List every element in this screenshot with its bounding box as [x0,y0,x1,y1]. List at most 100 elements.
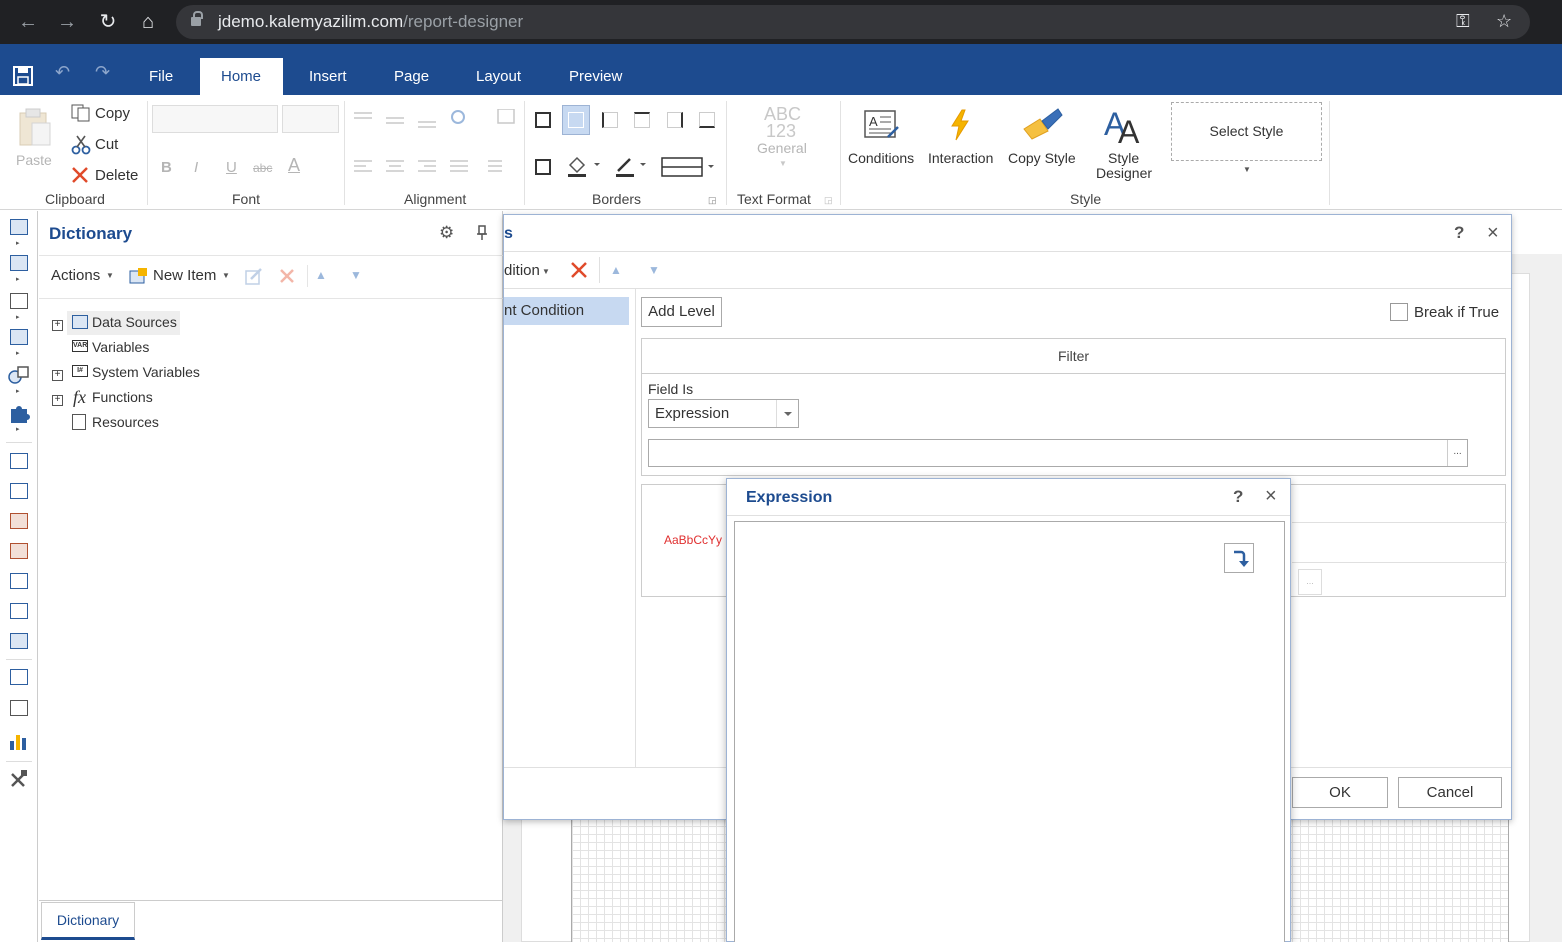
system-text-icon[interactable] [10,543,28,559]
select-style-dropdown-icon[interactable]: ▼ [1243,165,1251,174]
move-condition-up-icon[interactable]: ▲ [610,263,622,277]
field-is-dropdown-icon[interactable] [776,400,798,427]
delete-button[interactable]: Delete [95,167,138,184]
font-size-select[interactable] [282,105,339,133]
report-title-band-icon[interactable] [10,219,28,235]
tab-layout[interactable]: Layout [455,58,542,95]
border-right-icon[interactable] [667,112,683,128]
rich-text-icon[interactable] [10,483,28,499]
cancel-button[interactable]: Cancel [1398,777,1502,808]
new-item-menu[interactable]: New Item [153,267,216,284]
alignment-icons[interactable] [352,109,522,179]
pin-icon[interactable] [476,225,488,241]
toolbox-expand-icon[interactable]: ▸ [16,313,20,321]
style-designer-label-1[interactable]: Style [1108,150,1139,166]
interaction-button[interactable]: Interaction [928,150,993,166]
tab-preview[interactable]: Preview [548,58,643,95]
text-in-cells-icon[interactable] [10,513,28,529]
header-band-icon[interactable] [10,255,28,271]
add-condition-dropdown-icon[interactable]: ▼ [542,267,550,276]
field-is-select[interactable]: Expression [648,399,799,428]
filter-expression-ellipsis-button[interactable]: ... [1447,440,1467,466]
panel-icon[interactable] [10,573,28,589]
border-outside-icon[interactable] [535,159,551,175]
move-up-icon[interactable]: ▲ [315,268,327,282]
italic-button[interactable]: I [194,159,198,176]
bold-button[interactable]: B [161,159,172,176]
tab-home[interactable]: Home [200,58,283,95]
copy-style-button[interactable]: Copy Style [1008,150,1076,166]
tab-file[interactable]: File [128,58,194,95]
home-icon[interactable]: ⌂ [136,10,160,34]
address-bar[interactable]: jdemo.kalemyazilim.com/report-designer ⚿… [176,5,1530,39]
cross-band-icon[interactable] [10,293,28,309]
tab-page[interactable]: Page [373,58,450,95]
close-icon[interactable]: × [1487,222,1499,245]
barcode-icon[interactable] [10,329,28,345]
fill-color-icon[interactable] [566,155,602,179]
style-ellipsis-button[interactable]: ... [1298,569,1322,595]
key-icon[interactable]: ⚿ [1456,11,1470,32]
text-format-button[interactable]: General [757,140,807,156]
expression-textarea[interactable] [734,521,1285,942]
text-format-expand-icon[interactable]: ◲ [824,195,833,206]
copy-button[interactable]: Copy [95,105,130,122]
add-condition-menu[interactable]: dition [504,262,540,279]
insert-expression-button[interactable] [1224,543,1254,573]
border-none-button[interactable] [562,105,590,135]
strikethrough-button[interactable]: abc [253,161,272,175]
chart-icon[interactable] [9,733,29,751]
tree-item-variables[interactable]: Variables [92,339,149,355]
border-all-icon[interactable] [535,112,551,128]
filter-expression-input[interactable]: ... [648,439,1468,467]
tab-insert[interactable]: Insert [288,58,368,95]
expand-data-sources-icon[interactable]: + [52,320,63,331]
conditions-button[interactable]: Conditions [848,150,914,166]
new-item-dropdown-icon[interactable]: ▼ [222,271,230,280]
font-color-icon[interactable]: A [288,155,300,176]
toolbox-expand-icon[interactable]: ▸ [16,387,20,395]
components-puzzle-icon[interactable] [8,402,30,424]
style-designer-label-2[interactable]: Designer [1096,165,1152,181]
reload-icon[interactable]: ↻ [96,10,120,34]
move-condition-down-icon[interactable]: ▼ [648,263,660,277]
actions-menu[interactable]: Actions [51,267,100,284]
condition-list-item[interactable]: nt Condition [504,297,629,325]
text-box-icon[interactable] [10,669,28,685]
tab-dictionary[interactable]: Dictionary [41,902,135,940]
text-component-icon[interactable] [10,453,28,469]
close-icon[interactable]: × [1265,485,1277,508]
save-icon[interactable] [13,66,33,86]
toolbox-expand-icon[interactable]: ▸ [16,425,20,433]
border-top-icon[interactable] [634,112,650,128]
toolbox-expand-icon[interactable]: ▸ [16,239,20,247]
cut-button[interactable]: Cut [95,136,118,153]
redo-icon[interactable]: ↷ [95,62,110,83]
forward-arrow-icon[interactable]: → [55,10,79,34]
border-color-icon[interactable] [614,155,650,179]
image-icon[interactable] [10,700,28,716]
toolbox-expand-icon[interactable]: ▸ [16,275,20,283]
edit-icon[interactable] [245,267,263,285]
undo-icon[interactable]: ↶ [55,62,70,83]
star-icon[interactable]: ☆ [1496,11,1512,32]
ok-button[interactable]: OK [1292,777,1388,808]
borders-expand-icon[interactable]: ◲ [708,195,717,206]
remove-condition-icon[interactable] [570,261,588,279]
delete-item-icon[interactable] [279,268,295,284]
font-name-select[interactable] [152,105,278,133]
tree-item-resources[interactable]: Resources [92,414,159,430]
tree-item-functions[interactable]: Functions [92,389,153,405]
gear-icon[interactable]: ⚙ [439,223,454,243]
break-if-true-checkbox[interactable] [1390,303,1408,321]
clone-icon[interactable] [10,603,28,619]
add-level-button[interactable]: Add Level [641,297,722,327]
actions-dropdown-icon[interactable]: ▼ [106,271,114,280]
shapes-icon[interactable] [8,365,30,385]
paste-icon[interactable] [14,107,54,147]
select-style-box[interactable]: Select Style [1171,102,1322,161]
tools-icon[interactable] [9,769,29,789]
text-format-dropdown-icon[interactable]: ▼ [779,159,787,168]
help-icon[interactable]: ? [1233,487,1243,507]
border-bottom-icon[interactable] [699,112,715,128]
